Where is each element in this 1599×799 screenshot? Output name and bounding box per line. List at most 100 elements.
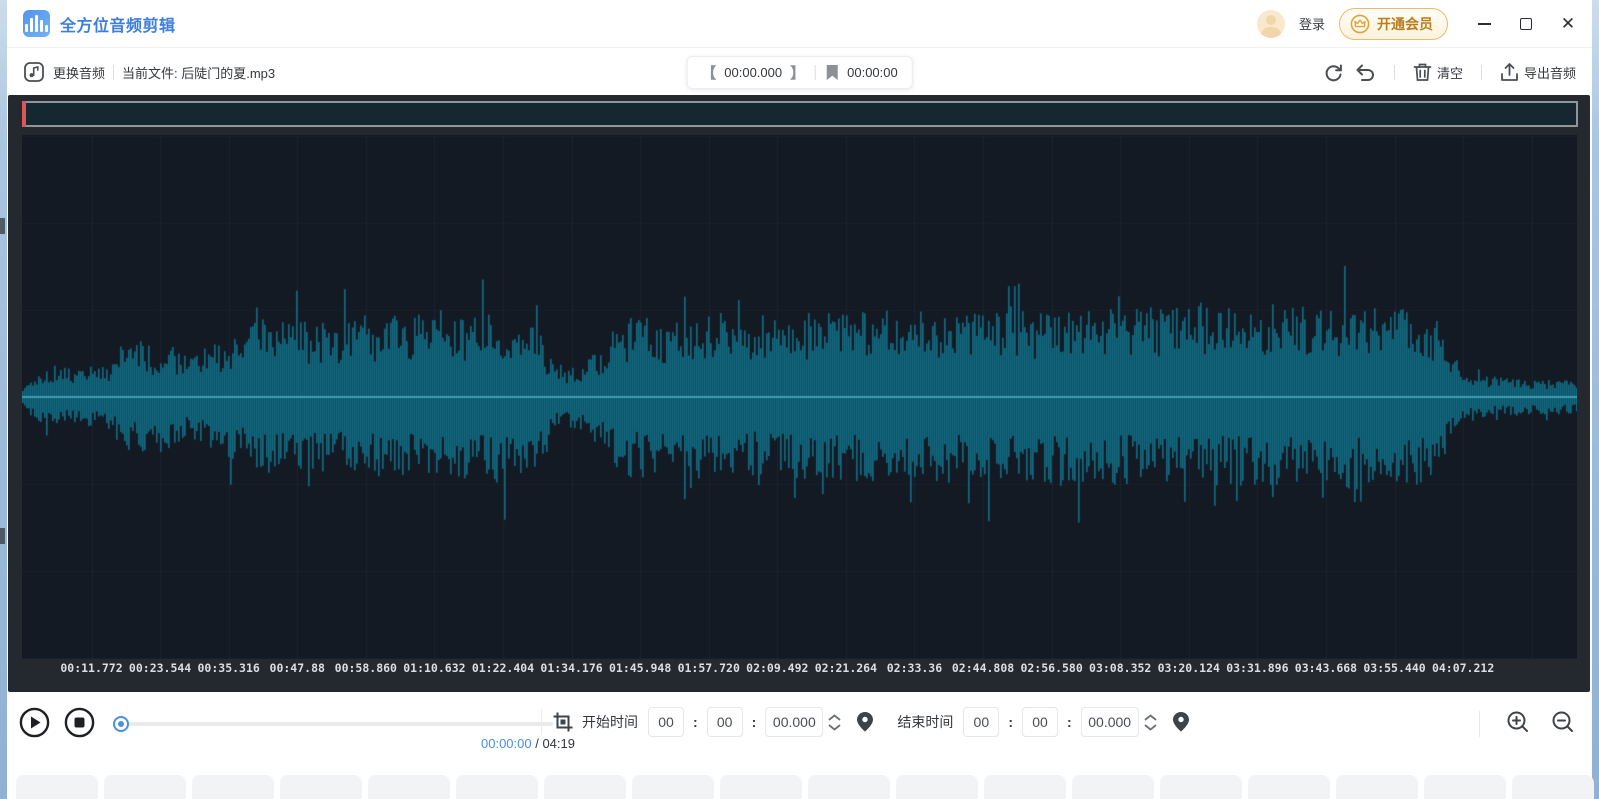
feature-card[interactable] (192, 775, 274, 799)
timeline-label: 01:10.632 (403, 661, 465, 675)
start-second-stepper[interactable] (828, 714, 841, 731)
set-start-marker-button[interactable] (857, 712, 873, 732)
feature-card[interactable] (1424, 775, 1506, 799)
time-separator: / (532, 736, 543, 751)
feature-card[interactable] (1248, 775, 1330, 799)
timeline-label: 03:31.896 (1226, 661, 1288, 675)
slider-track[interactable] (113, 722, 553, 726)
feature-card[interactable] (632, 775, 714, 799)
feature-cards-row (16, 775, 1594, 799)
bracket-left-icon: 【 (701, 62, 716, 83)
stop-button[interactable] (64, 707, 95, 738)
stop-icon (64, 707, 95, 738)
undo-icon (1354, 62, 1376, 82)
feature-card[interactable] (808, 775, 890, 799)
start-hour-input[interactable] (648, 707, 684, 737)
timeline-label: 00:58.860 (335, 661, 397, 675)
feature-card[interactable] (1336, 775, 1418, 799)
change-audio-button[interactable]: 更换音频 (23, 61, 105, 83)
minimize-button[interactable] (1476, 16, 1492, 32)
vip-upgrade-label: 开通会员 (1377, 14, 1433, 34)
vip-upgrade-button[interactable]: 开通会员 (1339, 8, 1448, 40)
chevron-up-icon[interactable] (1144, 714, 1157, 721)
play-button[interactable] (19, 707, 50, 738)
timeline-label: 01:57.720 (678, 661, 740, 675)
set-end-marker-button[interactable] (1173, 712, 1189, 732)
timeline-label: 01:45.948 (609, 661, 671, 675)
feature-card[interactable] (984, 775, 1066, 799)
feature-card[interactable] (16, 775, 98, 799)
feature-card[interactable] (896, 775, 978, 799)
chevron-down-icon[interactable] (1144, 724, 1157, 731)
export-audio-button[interactable]: 导出音频 (1500, 62, 1576, 82)
colon: : (1008, 714, 1013, 730)
start-minute-input[interactable] (707, 707, 743, 737)
app-title: 全方位音频剪辑 (60, 12, 176, 36)
timeline-label: 03:20.124 (1158, 661, 1220, 675)
redo-button[interactable] (1323, 62, 1344, 83)
colon: : (752, 714, 757, 730)
export-audio-label: 导出音频 (1524, 63, 1576, 82)
feature-card[interactable] (544, 775, 626, 799)
time-readout: 00:00:00 / 04:19 (455, 736, 575, 751)
timeline-label: 02:33.36 (887, 661, 942, 675)
start-second-input[interactable] (765, 707, 823, 737)
feature-card[interactable] (1160, 775, 1242, 799)
window-controls: ✕ (1476, 16, 1576, 32)
feature-card[interactable] (456, 775, 538, 799)
zoom-in-icon (1506, 710, 1529, 733)
clear-button[interactable]: 清空 (1413, 62, 1463, 82)
timeline-ruler: 00:11.77200:23.54400:35.31600:47.8800:58… (22, 661, 1577, 679)
timeline-label: 02:09.492 (746, 661, 808, 675)
end-minute-input[interactable] (1022, 707, 1058, 737)
end-second-stepper[interactable] (1144, 714, 1157, 731)
close-button[interactable]: ✕ (1560, 16, 1576, 32)
feature-card[interactable] (280, 775, 362, 799)
timeline-label: 01:34.176 (540, 661, 602, 675)
waveform-canvas[interactable] (22, 135, 1577, 659)
timeline-label: 00:11.772 (60, 661, 122, 675)
feature-card[interactable] (368, 775, 450, 799)
minimap-selection-cursor[interactable] (22, 101, 26, 127)
timeline-label: 03:08.352 (1089, 661, 1151, 675)
divider (541, 709, 542, 735)
change-audio-label: 更换音频 (53, 63, 105, 82)
waveform-minimap[interactable] (22, 101, 1578, 127)
redo-icon (1323, 62, 1344, 83)
avatar[interactable] (1257, 10, 1285, 38)
end-hour-input[interactable] (963, 707, 999, 737)
music-note-icon (23, 61, 45, 83)
maximize-button[interactable] (1518, 16, 1534, 32)
slider-handle[interactable] (113, 716, 129, 732)
transport-bar: 00:00:00 / 04:19 开始时间 : : (7, 692, 1592, 772)
current-time: 00:00:00 (481, 736, 532, 751)
feature-card[interactable] (1512, 775, 1594, 799)
crop-icon (552, 711, 574, 733)
login-button[interactable]: 登录 (1299, 14, 1325, 33)
zoom-out-icon (1551, 710, 1574, 733)
timeline-label: 03:43.668 (1295, 661, 1357, 675)
chevron-down-icon[interactable] (828, 724, 841, 731)
bookmark-icon (826, 65, 839, 81)
desktop-icon-fragment (0, 528, 5, 544)
feature-card[interactable] (720, 775, 802, 799)
divider (1394, 65, 1395, 80)
location-pin-icon (1173, 712, 1189, 732)
playback-slider[interactable] (113, 708, 553, 738)
end-second-input[interactable] (1081, 707, 1139, 737)
export-icon (1500, 62, 1519, 82)
start-time-label: 开始时间 (582, 712, 638, 732)
divider (1479, 711, 1480, 737)
location-pin-icon (857, 712, 873, 732)
timeline-label: 02:21.264 (815, 661, 877, 675)
clear-label: 清空 (1437, 63, 1463, 82)
divider (815, 65, 816, 80)
feature-card[interactable] (104, 775, 186, 799)
undo-button[interactable] (1354, 62, 1376, 82)
divider (1481, 65, 1482, 80)
chevron-up-icon[interactable] (828, 714, 841, 721)
zoom-in-button[interactable] (1506, 710, 1529, 738)
titlebar: 全方位音频剪辑 登录 开通会员 ✕ (7, 0, 1592, 48)
zoom-out-button[interactable] (1551, 710, 1574, 738)
feature-card[interactable] (1072, 775, 1154, 799)
